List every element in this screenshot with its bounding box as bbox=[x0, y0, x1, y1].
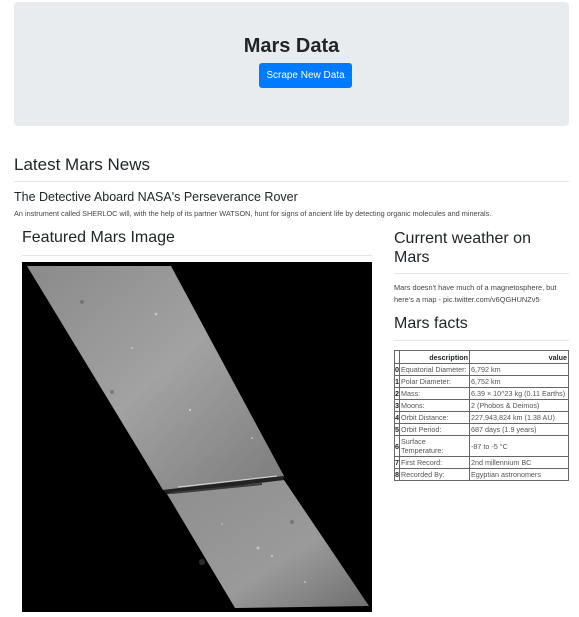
featured-mars-image bbox=[22, 262, 372, 612]
row-index: 7 bbox=[394, 456, 400, 469]
page-title: Mars Data bbox=[243, 35, 340, 57]
news-divider bbox=[14, 181, 569, 182]
row-index: 0 bbox=[394, 363, 400, 376]
row-index: 1 bbox=[394, 375, 400, 388]
header-jumbotron: Mars Data Scrape New Data bbox=[14, 2, 569, 126]
row-index: 4 bbox=[394, 411, 400, 424]
row-description: Surface Temperature: bbox=[399, 435, 470, 457]
row-description: First Record: bbox=[399, 456, 470, 469]
featured-image-title: Featured Mars Image bbox=[22, 229, 175, 246]
table-row: 6 Surface Temperature: -87 to -5 °C bbox=[394, 435, 569, 457]
row-value: 6.39 × 10^23 kg (0.11 Earths) bbox=[469, 387, 569, 400]
scrape-button[interactable]: Scrape New Data bbox=[259, 63, 352, 88]
mars-surface-image bbox=[22, 262, 372, 612]
facts-table-header-row: description value bbox=[394, 350, 569, 364]
row-value: 687 days (1.9 years) bbox=[469, 423, 569, 436]
row-description: Recorded By: bbox=[399, 468, 470, 481]
row-index: 2 bbox=[394, 387, 400, 400]
row-index: 5 bbox=[394, 423, 400, 436]
table-row: 2 Mass: 6.39 × 10^23 kg (0.11 Earths) bbox=[394, 387, 569, 400]
row-description: Equatorial Diameter: bbox=[399, 363, 470, 376]
weather-section-title: Current weather on Mars bbox=[394, 230, 531, 266]
facts-section-title: Mars facts bbox=[394, 315, 468, 332]
table-row: 3 Moons: 2 (Phobos & Deimos) bbox=[394, 399, 569, 412]
table-row: 1 Polar Diameter: 6,752 km bbox=[394, 375, 569, 388]
row-description: Orbit Period: bbox=[399, 423, 470, 436]
news-headline: The Detective Aboard NASA's Perseverance… bbox=[14, 190, 298, 204]
facts-header-value: value bbox=[469, 350, 569, 364]
table-row: 7 First Record: 2nd millennium BC bbox=[394, 456, 569, 469]
row-description: Mass: bbox=[399, 387, 470, 400]
row-description: Orbit Distance: bbox=[399, 411, 470, 424]
row-index: 3 bbox=[394, 399, 400, 412]
row-value: 6,792 km bbox=[469, 363, 569, 376]
row-value: 2 (Phobos & Deimos) bbox=[469, 399, 569, 412]
news-section-title: Latest Mars News bbox=[14, 155, 151, 174]
mars-facts-table: description value 0 Equatorial Diameter:… bbox=[394, 350, 569, 481]
row-value: 2nd millennium BC bbox=[469, 456, 569, 469]
row-value: 6,752 km bbox=[469, 375, 569, 388]
table-row: 0 Equatorial Diameter: 6,792 km bbox=[394, 363, 569, 376]
weather-divider bbox=[394, 273, 569, 274]
row-description: Polar Diameter: bbox=[399, 375, 470, 388]
table-row: 4 Orbit Distance: 227,943,824 km (1.38 A… bbox=[394, 411, 569, 424]
row-index: 8 bbox=[394, 468, 400, 481]
table-row: 8 Recorded By: Egyptian astronomers bbox=[394, 468, 569, 481]
table-row: 5 Orbit Period: 687 days (1.9 years) bbox=[394, 423, 569, 436]
facts-divider bbox=[394, 340, 569, 341]
row-value: 227,943,824 km (1.38 AU) bbox=[469, 411, 569, 424]
row-value: Egyptian astronomers bbox=[469, 468, 569, 481]
news-teaser: An instrument called SHERLOC will, with … bbox=[14, 209, 492, 218]
featured-divider bbox=[22, 255, 372, 256]
row-value: -87 to -5 °C bbox=[469, 435, 569, 457]
weather-tweet-text: Mars doesn't have much of a magnetospher… bbox=[394, 283, 557, 304]
facts-header-description: description bbox=[399, 350, 470, 364]
row-description: Moons: bbox=[399, 399, 470, 412]
